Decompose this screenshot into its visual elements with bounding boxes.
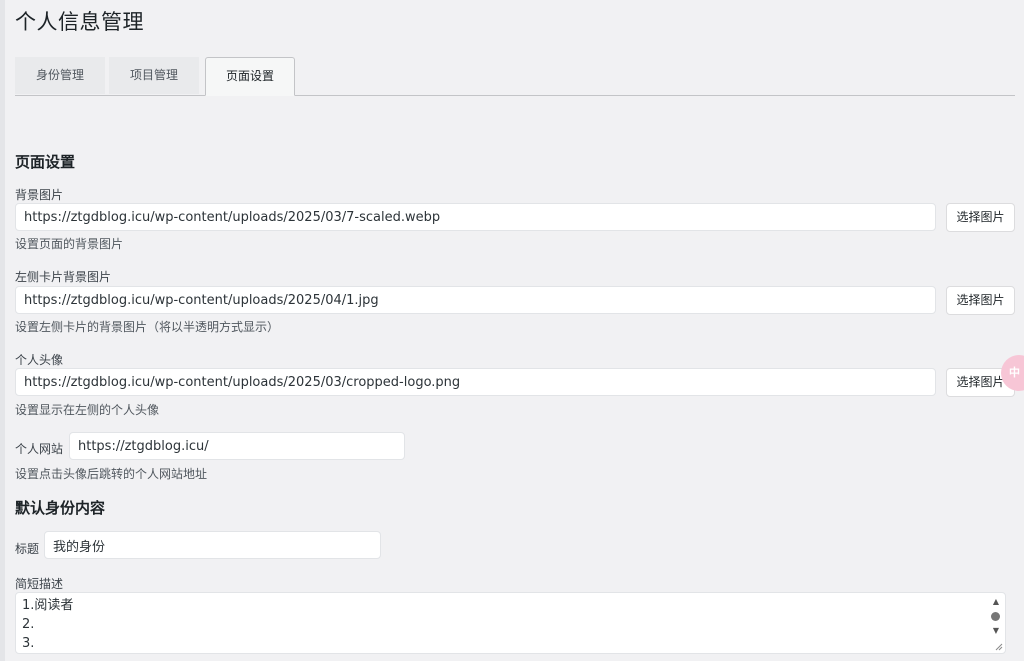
avatar-label: 个人头像 [15,353,64,367]
summary-line: 3. [22,636,35,651]
tab-page-settings[interactable]: 页面设置 [205,57,295,96]
website-label: 个人网站 [15,442,64,456]
identity-title-input[interactable] [44,531,381,559]
identity-title-label: 标题 [15,542,40,556]
background-image-label: 背景图片 [15,188,64,202]
avatar-url-input[interactable] [15,368,936,396]
left-card-background-select-button[interactable]: 选择图片 [946,286,1015,315]
tab-project-management[interactable]: 项目管理 [109,57,199,94]
page-title: 个人信息管理 [15,10,144,34]
summary-label: 简短描述 [15,577,64,591]
summary-line: 2. [22,617,35,632]
avatar-description: 设置显示在左侧的个人头像 [15,403,160,417]
default-identity-heading: 默认身份内容 [15,499,106,517]
resize-grip-icon[interactable] [995,643,1003,651]
website-url-input[interactable] [69,432,405,460]
summary-line: 1.阅读者 [22,598,74,613]
tab-bar: 身份管理 项目管理 页面设置 [15,57,1015,96]
website-description: 设置点击头像后跳转的个人网站地址 [15,467,208,481]
page-settings-heading: 页面设置 [15,153,76,171]
scroll-thumb[interactable] [991,612,1000,621]
background-image-description: 设置页面的背景图片 [15,237,124,251]
scroll-down-arrow-icon[interactable]: ▼ [991,626,1001,636]
background-image-url-input[interactable] [15,203,936,231]
summary-textarea[interactable]: 1.阅读者 2. 3. ▲ ▼ [15,592,1006,654]
scroll-up-arrow-icon[interactable]: ▲ [991,597,1001,607]
tab-identity-management[interactable]: 身份管理 [15,57,105,94]
left-card-background-description: 设置左侧卡片的背景图片（将以半透明方式显示） [15,320,280,334]
left-edge [0,0,5,661]
left-card-background-label: 左侧卡片背景图片 [15,270,112,284]
background-image-select-button[interactable]: 选择图片 [946,203,1015,232]
left-card-background-url-input[interactable] [15,286,936,314]
